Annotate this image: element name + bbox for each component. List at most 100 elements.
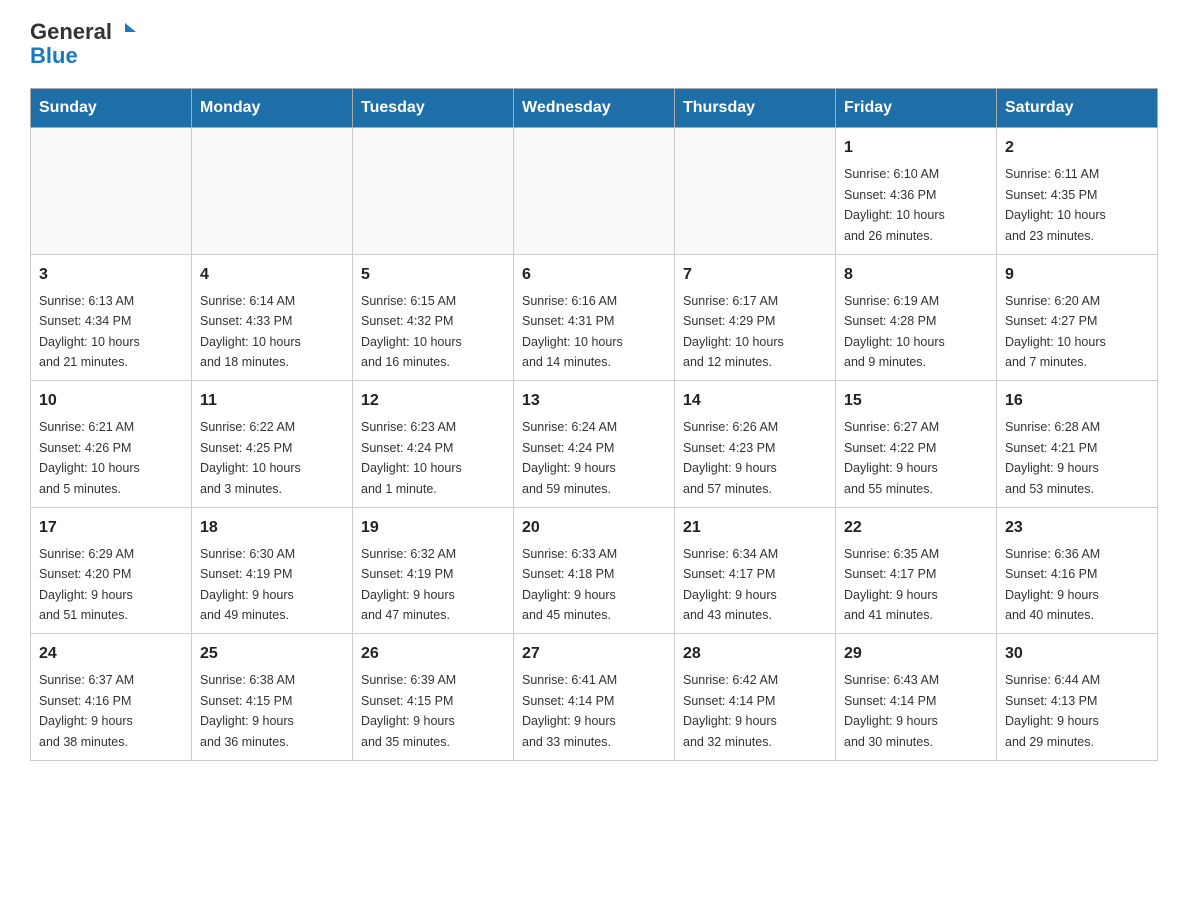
calendar-cell: 18 Sunrise: 6:30 AM Sunset: 4:19 PM Dayli…: [192, 507, 353, 634]
calendar-cell: [192, 128, 353, 255]
calendar-cell: 8 Sunrise: 6:19 AM Sunset: 4:28 PM Daylig…: [836, 254, 997, 381]
weekday-tuesday: Tuesday: [353, 89, 514, 128]
day-number: 15: [844, 389, 988, 413]
calendar-cell: 22 Sunrise: 6:35 AM Sunset: 4:17 PM Dayli…: [836, 507, 997, 634]
day-number: 7: [683, 263, 827, 287]
day-number: 8: [844, 263, 988, 287]
day-info: Sunrise: 6:38 AM Sunset: 4:15 PM Dayligh…: [200, 673, 295, 748]
day-info: Sunrise: 6:29 AM Sunset: 4:20 PM Dayligh…: [39, 547, 134, 622]
week-row-2: 3Sunrise: 6:13 AM Sunset: 4:34 PM Daylig…: [31, 254, 1158, 381]
day-number: 29: [844, 642, 988, 666]
day-info: Sunrise: 6:20 AM Sunset: 4:27 PM Dayligh…: [1005, 294, 1106, 369]
week-row-3: 10 Sunrise: 6:21 AM Sunset: 4:26 PM Dayli…: [31, 381, 1158, 508]
day-number: 22: [844, 516, 988, 540]
logo-general: General: [30, 20, 112, 44]
page-header: General Blue: [30, 20, 1158, 68]
weekday-sunday: Sunday: [31, 89, 192, 128]
day-number: 1: [844, 136, 988, 160]
weekday-monday: Monday: [192, 89, 353, 128]
weekday-saturday: Saturday: [997, 89, 1158, 128]
calendar-cell: 29 Sunrise: 6:43 AM Sunset: 4:14 PM Dayli…: [836, 634, 997, 761]
day-info: Sunrise: 6:14 AM Sunset: 4:33 PM Dayligh…: [200, 294, 301, 369]
day-info: Sunrise: 6:15 AM Sunset: 4:32 PM Dayligh…: [361, 294, 462, 369]
day-info: Sunrise: 6:27 AM Sunset: 4:22 PM Dayligh…: [844, 420, 939, 495]
day-number: 26: [361, 642, 505, 666]
day-info: Sunrise: 6:19 AM Sunset: 4:28 PM Dayligh…: [844, 294, 945, 369]
day-info: Sunrise: 6:30 AM Sunset: 4:19 PM Dayligh…: [200, 547, 295, 622]
calendar-cell: 28Sunrise: 6:42 AM Sunset: 4:14 PM Dayli…: [675, 634, 836, 761]
calendar-cell: [514, 128, 675, 255]
day-number: 19: [361, 516, 505, 540]
calendar-cell: 6Sunrise: 6:16 AM Sunset: 4:31 PM Daylig…: [514, 254, 675, 381]
calendar-cell: 20 Sunrise: 6:33 AM Sunset: 4:18 PM Dayli…: [514, 507, 675, 634]
day-info: Sunrise: 6:21 AM Sunset: 4:26 PM Dayligh…: [39, 420, 140, 495]
day-info: Sunrise: 6:39 AM Sunset: 4:15 PM Dayligh…: [361, 673, 456, 748]
weekday-thursday: Thursday: [675, 89, 836, 128]
day-info: Sunrise: 6:26 AM Sunset: 4:23 PM Dayligh…: [683, 420, 778, 495]
day-info: Sunrise: 6:16 AM Sunset: 4:31 PM Dayligh…: [522, 294, 623, 369]
day-info: Sunrise: 6:43 AM Sunset: 4:14 PM Dayligh…: [844, 673, 939, 748]
logo-wordmark: General Blue: [30, 20, 136, 68]
calendar-cell: 4 Sunrise: 6:14 AM Sunset: 4:33 PM Daylig…: [192, 254, 353, 381]
day-info: Sunrise: 6:34 AM Sunset: 4:17 PM Dayligh…: [683, 547, 778, 622]
calendar-cell: 14 Sunrise: 6:26 AM Sunset: 4:23 PM Dayli…: [675, 381, 836, 508]
calendar-cell: 2Sunrise: 6:11 AM Sunset: 4:35 PM Daylig…: [997, 128, 1158, 255]
logo-blue: Blue: [30, 43, 78, 68]
day-info: Sunrise: 6:33 AM Sunset: 4:18 PM Dayligh…: [522, 547, 617, 622]
calendar-cell: 9 Sunrise: 6:20 AM Sunset: 4:27 PM Daylig…: [997, 254, 1158, 381]
day-info: Sunrise: 6:44 AM Sunset: 4:13 PM Dayligh…: [1005, 673, 1100, 748]
day-number: 4: [200, 263, 344, 287]
calendar-cell: 11 Sunrise: 6:22 AM Sunset: 4:25 PM Dayli…: [192, 381, 353, 508]
calendar-cell: 25Sunrise: 6:38 AM Sunset: 4:15 PM Dayli…: [192, 634, 353, 761]
day-number: 20: [522, 516, 666, 540]
calendar-cell: [675, 128, 836, 255]
day-info: Sunrise: 6:17 AM Sunset: 4:29 PM Dayligh…: [683, 294, 784, 369]
calendar-cell: 17 Sunrise: 6:29 AM Sunset: 4:20 PM Dayli…: [31, 507, 192, 634]
logo: General Blue: [30, 20, 136, 68]
calendar-cell: 16 Sunrise: 6:28 AM Sunset: 4:21 PM Dayli…: [997, 381, 1158, 508]
day-number: 12: [361, 389, 505, 413]
day-number: 16: [1005, 389, 1149, 413]
day-number: 9: [1005, 263, 1149, 287]
day-info: Sunrise: 6:36 AM Sunset: 4:16 PM Dayligh…: [1005, 547, 1100, 622]
calendar-cell: 1 Sunrise: 6:10 AM Sunset: 4:36 PM Daylig…: [836, 128, 997, 255]
day-number: 11: [200, 389, 344, 413]
day-info: Sunrise: 6:37 AM Sunset: 4:16 PM Dayligh…: [39, 673, 134, 748]
day-info: Sunrise: 6:28 AM Sunset: 4:21 PM Dayligh…: [1005, 420, 1100, 495]
calendar-cell: 24Sunrise: 6:37 AM Sunset: 4:16 PM Dayli…: [31, 634, 192, 761]
calendar-cell: 15 Sunrise: 6:27 AM Sunset: 4:22 PM Dayli…: [836, 381, 997, 508]
day-info: Sunrise: 6:35 AM Sunset: 4:17 PM Dayligh…: [844, 547, 939, 622]
day-number: 18: [200, 516, 344, 540]
logo-flag-icon: [114, 21, 136, 43]
day-number: 5: [361, 263, 505, 287]
weekday-friday: Friday: [836, 89, 997, 128]
day-number: 27: [522, 642, 666, 666]
day-number: 17: [39, 516, 183, 540]
day-info: Sunrise: 6:42 AM Sunset: 4:14 PM Dayligh…: [683, 673, 778, 748]
calendar-cell: 3Sunrise: 6:13 AM Sunset: 4:34 PM Daylig…: [31, 254, 192, 381]
calendar-cell: 27 Sunrise: 6:41 AM Sunset: 4:14 PM Dayli…: [514, 634, 675, 761]
calendar-cell: 13Sunrise: 6:24 AM Sunset: 4:24 PM Dayli…: [514, 381, 675, 508]
calendar-cell: 5 Sunrise: 6:15 AM Sunset: 4:32 PM Daylig…: [353, 254, 514, 381]
week-row-4: 17 Sunrise: 6:29 AM Sunset: 4:20 PM Dayli…: [31, 507, 1158, 634]
calendar-cell: 10 Sunrise: 6:21 AM Sunset: 4:26 PM Dayli…: [31, 381, 192, 508]
day-number: 10: [39, 389, 183, 413]
calendar-cell: 12 Sunrise: 6:23 AM Sunset: 4:24 PM Dayli…: [353, 381, 514, 508]
day-number: 14: [683, 389, 827, 413]
day-number: 23: [1005, 516, 1149, 540]
calendar-cell: [353, 128, 514, 255]
calendar-table: SundayMondayTuesdayWednesdayThursdayFrid…: [30, 88, 1158, 761]
day-number: 21: [683, 516, 827, 540]
week-row-5: 24Sunrise: 6:37 AM Sunset: 4:16 PM Dayli…: [31, 634, 1158, 761]
day-info: Sunrise: 6:24 AM Sunset: 4:24 PM Dayligh…: [522, 420, 617, 495]
day-info: Sunrise: 6:32 AM Sunset: 4:19 PM Dayligh…: [361, 547, 456, 622]
day-info: Sunrise: 6:22 AM Sunset: 4:25 PM Dayligh…: [200, 420, 301, 495]
day-info: Sunrise: 6:23 AM Sunset: 4:24 PM Dayligh…: [361, 420, 462, 495]
day-number: 30: [1005, 642, 1149, 666]
day-number: 3: [39, 263, 183, 287]
day-info: Sunrise: 6:41 AM Sunset: 4:14 PM Dayligh…: [522, 673, 617, 748]
day-info: Sunrise: 6:11 AM Sunset: 4:35 PM Dayligh…: [1005, 167, 1106, 242]
calendar-cell: [31, 128, 192, 255]
day-info: Sunrise: 6:10 AM Sunset: 4:36 PM Dayligh…: [844, 167, 945, 242]
calendar-cell: 30 Sunrise: 6:44 AM Sunset: 4:13 PM Dayli…: [997, 634, 1158, 761]
